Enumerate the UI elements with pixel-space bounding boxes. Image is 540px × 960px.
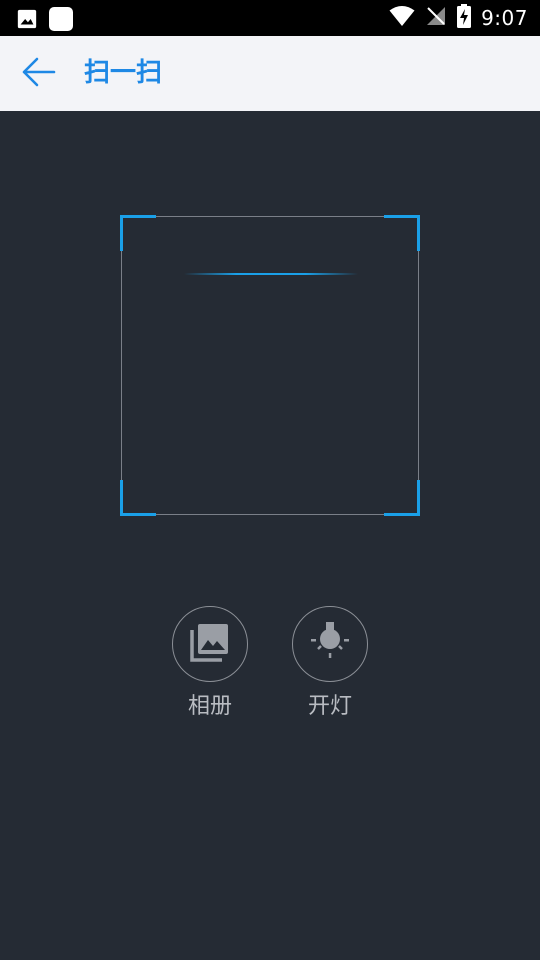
light-button[interactable]: 开灯 <box>290 606 370 720</box>
page-title: 扫一扫 <box>84 58 163 88</box>
app-square-icon <box>48 6 74 36</box>
wifi-icon <box>389 5 415 31</box>
bulb-icon <box>308 620 352 668</box>
status-right-icons: 9:07 <box>389 0 528 36</box>
status-time: 9:07 <box>481 6 528 30</box>
battery-charging-icon <box>457 4 472 32</box>
album-button[interactable]: 相册 <box>170 606 250 720</box>
image-icon <box>16 8 38 34</box>
album-button-circle[interactable] <box>172 606 248 682</box>
scan-corner-top-right <box>384 215 420 251</box>
light-label: 开灯 <box>307 694 352 719</box>
photo-library-icon <box>188 620 232 668</box>
arrow-left-icon <box>20 56 56 92</box>
scan-frame <box>120 215 420 516</box>
back-button[interactable] <box>18 54 58 94</box>
scan-corner-bottom-right <box>384 480 420 516</box>
status-bar: 9:07 <box>0 0 540 36</box>
app-bar: 扫一扫 <box>0 36 540 111</box>
scan-line <box>184 273 358 275</box>
no-signal-icon <box>425 5 447 31</box>
light-button-circle[interactable] <box>292 606 368 682</box>
scan-corner-top-left <box>120 215 156 251</box>
album-label: 相册 <box>187 694 232 719</box>
scan-corner-bottom-left <box>120 480 156 516</box>
status-left-icons <box>16 6 74 36</box>
